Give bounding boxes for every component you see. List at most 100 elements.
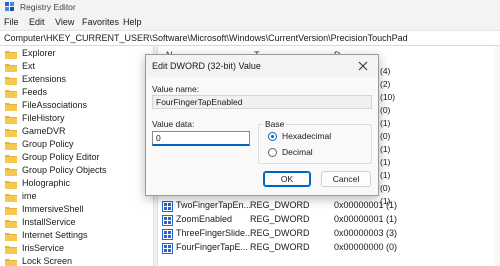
- folder-icon: [5, 64, 17, 72]
- reg-dword-icon: [162, 229, 173, 240]
- menu-favorites[interactable]: Favorites: [82, 17, 119, 27]
- value-data: 0x00000001 (1): [334, 214, 398, 224]
- value-type: REG_DWORD: [250, 214, 310, 224]
- ok-button[interactable]: OK: [263, 171, 311, 187]
- tree-item-label: Group Policy Editor: [22, 152, 100, 162]
- cancel-button[interactable]: Cancel: [321, 171, 371, 187]
- vertical-scrollbar[interactable]: [494, 46, 500, 266]
- tree-item-group-policy[interactable]: Group Policy: [5, 139, 151, 152]
- decimal-radio[interactable]: [268, 148, 277, 157]
- value-data-input[interactable]: 0: [152, 131, 250, 146]
- tree-item-fileassociations[interactable]: FileAssociations: [5, 100, 151, 113]
- folder-icon: [5, 168, 17, 176]
- tree-item-group-policy-objects[interactable]: Group Policy Objects: [5, 165, 151, 178]
- tree-item-label: InstallService: [22, 217, 76, 227]
- folder-icon: [5, 103, 17, 111]
- tree-item-group-policy-editor[interactable]: Group Policy Editor: [5, 152, 151, 165]
- folder-icon: [5, 129, 17, 137]
- menu-help[interactable]: Help: [123, 17, 142, 27]
- reg-dword-icon: [162, 201, 173, 212]
- tree-item-gamedvr[interactable]: GameDVR: [5, 126, 151, 139]
- folder-icon: [5, 116, 17, 124]
- partial-data-value: (10): [380, 92, 396, 102]
- tree-item-filehistory[interactable]: FileHistory: [5, 113, 151, 126]
- edit-dword-dialog: Edit DWORD (32-bit) Value Value name: Fo…: [145, 54, 379, 196]
- decimal-label[interactable]: Decimal: [282, 147, 313, 157]
- menu-edit[interactable]: Edit: [29, 17, 45, 27]
- folder-icon: [5, 259, 17, 266]
- tree-item-explorer[interactable]: Explorer: [5, 48, 151, 61]
- folder-icon: [5, 246, 17, 254]
- folder-icon: [5, 194, 17, 202]
- tree-item-lock-screen[interactable]: Lock Screen: [5, 256, 151, 266]
- tree-item-feeds[interactable]: Feeds: [5, 87, 151, 100]
- tree-item-label: Group Policy: [22, 139, 74, 149]
- table-row[interactable]: FourFingerTapE... REG_DWORD 0x00000000 (…: [158, 242, 500, 255]
- tree-item-label: GameDVR: [22, 126, 66, 136]
- tree-item-label: Group Policy Objects: [22, 165, 107, 175]
- hexadecimal-radio[interactable]: [268, 132, 277, 141]
- tree-item-label: Lock Screen: [22, 256, 73, 266]
- partial-data-value: (1): [380, 157, 391, 167]
- value-type: REG_DWORD: [250, 228, 310, 238]
- tree-item-ime[interactable]: ime: [5, 191, 151, 204]
- window-title: Registry Editor: [20, 2, 76, 12]
- tree-item-label: Explorer: [22, 48, 56, 58]
- value-type: REG_DWORD: [250, 242, 310, 252]
- folder-icon: [5, 90, 17, 98]
- partial-data-value: (1): [380, 144, 391, 154]
- base-label: Base: [263, 119, 287, 129]
- tree-item-label: Internet Settings: [22, 230, 88, 240]
- tree-item-irisservice[interactable]: IrisService: [5, 243, 151, 256]
- tree-item-label: Ext: [22, 61, 36, 71]
- tree-item-label: ime: [22, 191, 37, 201]
- value-name-label: Value name:: [152, 84, 200, 94]
- address-bar[interactable]: Computer\HKEY_CURRENT_USER\Software\Micr…: [0, 31, 500, 46]
- folder-icon: [5, 207, 17, 215]
- partial-data-value: (4): [380, 66, 391, 76]
- dialog-titlebar: Edit DWORD (32-bit) Value: [146, 55, 378, 77]
- value-type: REG_DWORD: [250, 200, 310, 210]
- table-row[interactable]: ThreeFingerSlide... REG_DWORD 0x00000003…: [158, 228, 500, 241]
- tree-item-installservice[interactable]: InstallService: [5, 217, 151, 230]
- folder-icon: [5, 181, 17, 189]
- partial-data-value: (1): [380, 170, 391, 180]
- tree-item-internet-settings[interactable]: Internet Settings: [5, 230, 151, 243]
- tree-item-label: Feeds: [22, 87, 48, 97]
- base-groupbox: [258, 124, 372, 164]
- value-name: TwoFingerTapEn...: [176, 200, 252, 210]
- tree-item-label: ImmersiveShell: [22, 204, 84, 214]
- tree-item-label: Extensions: [22, 74, 67, 84]
- value-data: 0x00000000 (0): [334, 242, 398, 252]
- folder-icon: [5, 142, 17, 150]
- reg-dword-icon: [162, 215, 173, 226]
- tree-item-extensions[interactable]: Extensions: [5, 74, 151, 87]
- address-path[interactable]: Computer\HKEY_CURRENT_USER\Software\Micr…: [4, 33, 408, 43]
- close-icon[interactable]: [358, 61, 368, 71]
- table-row[interactable]: ZoomEnabled REG_DWORD 0x00000001 (1): [158, 214, 500, 227]
- window-titlebar: Registry Editor: [0, 0, 500, 14]
- folder-icon: [5, 220, 17, 228]
- menu-view[interactable]: View: [55, 17, 74, 27]
- value-data: 0x00000001 (1): [334, 200, 398, 210]
- registry-editor-icon: [5, 2, 14, 11]
- value-data-label: Value data:: [152, 119, 195, 129]
- tree-item-holographic[interactable]: Holographic: [5, 178, 151, 191]
- value-name: ZoomEnabled: [176, 214, 233, 224]
- value-name: FourFingerTapE...: [176, 242, 249, 252]
- value-data: 0x00000003 (3): [334, 228, 398, 238]
- menu-bar: File Edit View Favorites Help: [0, 14, 500, 31]
- tree-item-label: IrisService: [22, 243, 65, 253]
- hexadecimal-label[interactable]: Hexadecimal: [282, 131, 331, 141]
- value-name-field: FourFingerTapEnabled: [152, 95, 372, 109]
- dialog-title: Edit DWORD (32-bit) Value: [152, 61, 261, 71]
- folder-icon: [5, 155, 17, 163]
- tree-item-immersiveshell[interactable]: ImmersiveShell: [5, 204, 151, 217]
- folder-icon: [5, 51, 17, 59]
- table-row[interactable]: TwoFingerTapEn... REG_DWORD 0x00000001 (…: [158, 200, 500, 213]
- menu-file[interactable]: File: [4, 17, 19, 27]
- tree-item-ext[interactable]: Ext: [5, 61, 151, 74]
- partial-data-value: (2): [380, 79, 391, 89]
- value-name: ThreeFingerSlide...: [176, 228, 253, 238]
- partial-data-value: (0): [380, 105, 391, 115]
